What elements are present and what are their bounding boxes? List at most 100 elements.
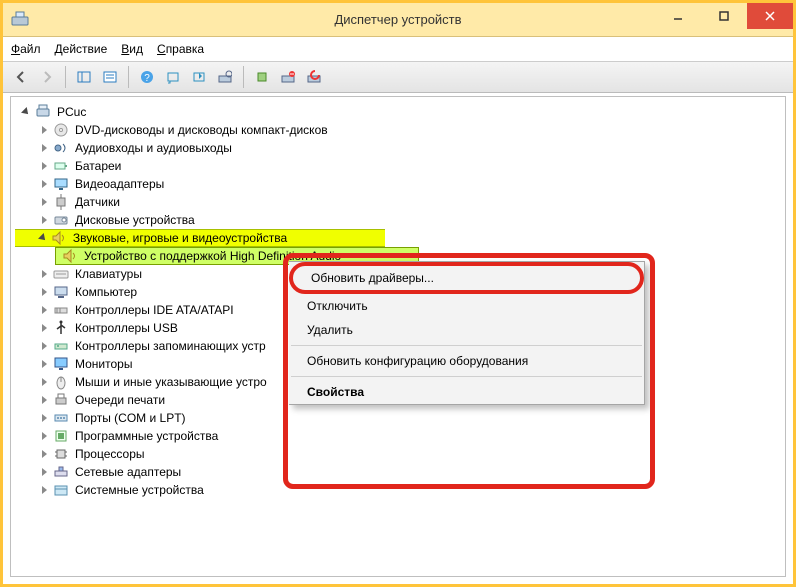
category-label: Системные устройства xyxy=(73,482,206,498)
device-category-icon xyxy=(53,302,69,318)
menu-bar: Файл Действие Вид Справка xyxy=(3,37,793,61)
category-label: DVD-дисководы и дисководы компакт-дисков xyxy=(73,122,330,138)
expand-icon[interactable] xyxy=(37,393,51,407)
ctx-scan-hardware[interactable]: Обновить конфигурацию оборудования xyxy=(289,349,644,373)
tree-category[interactable]: Сетевые адаптеры xyxy=(15,463,785,481)
tree-category[interactable]: Порты (COM и LPT) xyxy=(15,409,785,427)
tree-category[interactable]: Звуковые, игровые и видеоустройства xyxy=(15,229,385,247)
tree-category[interactable]: Аудиовходы и аудиовыходы xyxy=(15,139,785,157)
expand-icon[interactable] xyxy=(37,339,51,353)
ctx-properties[interactable]: Свойства xyxy=(289,380,644,404)
tree-category[interactable]: Процессоры xyxy=(15,445,785,463)
show-hide-tree-button[interactable] xyxy=(72,65,96,89)
action-button-1[interactable] xyxy=(161,65,185,89)
device-icon xyxy=(62,248,78,264)
device-category-icon xyxy=(53,284,69,300)
category-label: Порты (COM и LPT) xyxy=(73,410,188,426)
device-category-icon xyxy=(53,140,69,156)
device-category-icon xyxy=(53,212,69,228)
disable-button[interactable] xyxy=(302,65,326,89)
window-buttons xyxy=(655,3,793,29)
menu-action[interactable]: Действие xyxy=(55,42,108,56)
device-category-icon xyxy=(53,266,69,282)
device-tree-container: PCuc DVD-дисководы и дисководы компакт-д… xyxy=(10,96,786,577)
expand-icon[interactable] xyxy=(37,213,51,227)
category-label: Мониторы xyxy=(73,356,134,372)
context-menu-item-highlight: Обновить драйверы... xyxy=(289,262,644,294)
tree-category[interactable]: DVD-дисководы и дисководы компакт-дисков xyxy=(15,121,785,139)
device-category-icon xyxy=(53,410,69,426)
category-label: Контроллеры USB xyxy=(73,320,180,336)
expand-icon[interactable] xyxy=(37,321,51,335)
device-category-icon xyxy=(53,392,69,408)
expand-icon[interactable] xyxy=(37,411,51,425)
category-label: Видеоадаптеры xyxy=(73,176,166,192)
window-title: Диспетчер устройств xyxy=(334,12,461,27)
update-driver-button[interactable] xyxy=(250,65,274,89)
close-button[interactable] xyxy=(747,3,793,29)
scan-hardware-button[interactable] xyxy=(213,65,237,89)
category-label: Батареи xyxy=(73,158,123,174)
expand-icon[interactable] xyxy=(37,195,51,209)
uninstall-button[interactable] xyxy=(276,65,300,89)
ctx-disable[interactable]: Отключить xyxy=(289,294,644,318)
expand-icon[interactable] xyxy=(37,447,51,461)
tree-root[interactable]: PCuc xyxy=(15,103,785,121)
root-label: PCuc xyxy=(55,104,88,120)
expand-icon[interactable] xyxy=(37,141,51,155)
expand-icon[interactable] xyxy=(37,285,51,299)
menu-file[interactable]: Файл xyxy=(11,42,41,56)
device-category-icon xyxy=(53,176,69,192)
menu-help[interactable]: Справка xyxy=(157,42,204,56)
device-category-icon xyxy=(53,122,69,138)
properties-button[interactable] xyxy=(98,65,122,89)
context-menu: Обновить драйверы... Отключить Удалить О… xyxy=(289,261,645,405)
expand-icon[interactable] xyxy=(37,177,51,191)
category-label: Контроллеры IDE ATA/ATAPI xyxy=(73,302,236,318)
expand-icon[interactable] xyxy=(37,429,51,443)
forward-button[interactable] xyxy=(35,65,59,89)
device-category-icon xyxy=(53,158,69,174)
minimize-button[interactable] xyxy=(655,3,701,29)
computer-icon xyxy=(35,104,51,120)
ctx-separator xyxy=(291,345,642,346)
svg-text:?: ? xyxy=(144,73,150,84)
back-button[interactable] xyxy=(9,65,33,89)
tree-category[interactable]: Батареи xyxy=(15,157,785,175)
maximize-button[interactable] xyxy=(701,3,747,29)
device-category-icon xyxy=(53,338,69,354)
expand-icon[interactable] xyxy=(37,123,51,137)
expand-icon[interactable] xyxy=(37,483,51,497)
ctx-update-drivers[interactable]: Обновить драйверы... xyxy=(293,266,640,290)
ctx-delete[interactable]: Удалить xyxy=(289,318,644,342)
expand-icon[interactable] xyxy=(37,231,49,245)
tree-category[interactable]: Дисковые устройства xyxy=(15,211,785,229)
expand-icon[interactable] xyxy=(37,357,51,371)
help-button[interactable]: ? xyxy=(135,65,159,89)
tree-category[interactable]: Программные устройства xyxy=(15,427,785,445)
expand-icon[interactable] xyxy=(37,465,51,479)
tree-category[interactable]: Видеоадаптеры xyxy=(15,175,785,193)
category-label: Компьютер xyxy=(73,284,139,300)
tree-category[interactable]: Системные устройства xyxy=(15,481,785,499)
category-label: Программные устройства xyxy=(73,428,220,444)
category-label: Дисковые устройства xyxy=(73,212,197,228)
ctx-separator xyxy=(291,376,642,377)
action-button-2[interactable] xyxy=(187,65,211,89)
category-label: Звуковые, игровые и видеоустройства xyxy=(71,230,385,246)
expand-icon[interactable] xyxy=(37,159,51,173)
menu-view[interactable]: Вид xyxy=(121,42,143,56)
expand-icon[interactable] xyxy=(19,105,33,119)
device-category-icon xyxy=(51,230,67,246)
toolbar: ? xyxy=(3,61,793,93)
tree-category[interactable]: Датчики xyxy=(15,193,785,211)
expand-icon[interactable] xyxy=(37,303,51,317)
expand-icon[interactable] xyxy=(37,375,51,389)
device-category-icon xyxy=(53,446,69,462)
category-label: Аудиовходы и аудиовыходы xyxy=(73,140,234,156)
titlebar: Диспетчер устройств xyxy=(3,3,793,37)
expand-icon[interactable] xyxy=(37,267,51,281)
category-label: Сетевые адаптеры xyxy=(73,464,183,480)
device-category-icon xyxy=(53,428,69,444)
device-category-icon xyxy=(53,194,69,210)
